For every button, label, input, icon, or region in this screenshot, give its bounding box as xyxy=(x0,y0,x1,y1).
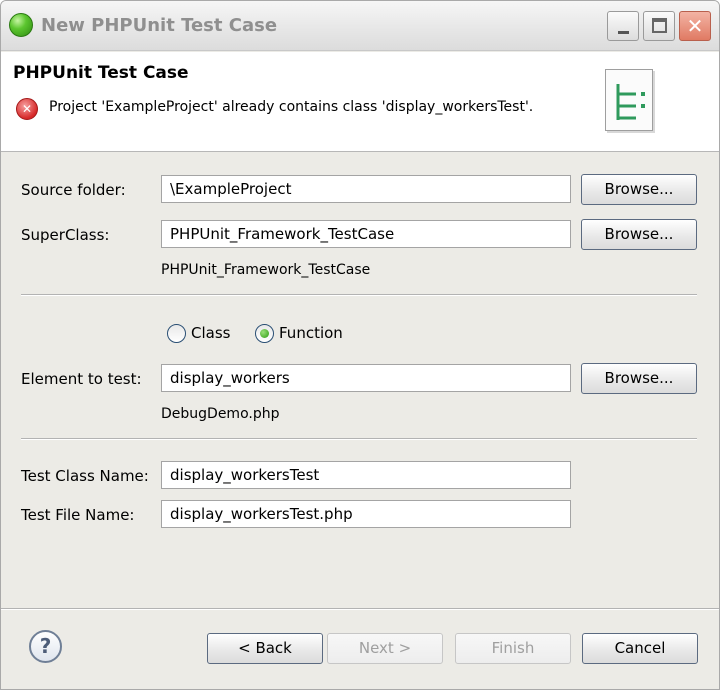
error-message: Project 'ExampleProject' already contain… xyxy=(49,99,534,115)
page-title: PHPUnit Test Case xyxy=(13,63,189,83)
radio-class-label[interactable]: Class xyxy=(191,324,230,342)
test-class-name-input[interactable]: display_workersTest xyxy=(161,461,571,489)
close-icon: ✕ xyxy=(686,14,704,38)
unit-test-wizard-icon xyxy=(605,69,653,131)
element-browse-button[interactable]: Browse... xyxy=(581,363,697,394)
element-hint: DebugDemo.php xyxy=(161,406,280,422)
element-to-test-label: Element to test: xyxy=(21,370,142,388)
radio-selected-dot xyxy=(260,329,269,338)
eclipse-icon xyxy=(9,13,33,37)
radio-class[interactable] xyxy=(167,324,186,343)
footer-separator xyxy=(1,608,719,610)
back-button[interactable]: < Back xyxy=(207,633,323,664)
test-class-name-label: Test Class Name: xyxy=(21,467,149,485)
cancel-button[interactable]: Cancel xyxy=(582,633,698,664)
test-file-name-label: Test File Name: xyxy=(21,506,135,524)
title-bar[interactable]: New PHPUnit Test Case ✕ xyxy=(1,1,719,51)
error-icon: ✕ xyxy=(16,98,38,120)
next-button[interactable]: Next > xyxy=(327,633,443,664)
separator xyxy=(21,438,697,440)
source-folder-input[interactable]: \ExampleProject xyxy=(161,175,571,203)
dialog-window: New PHPUnit Test Case ✕ PHPUnit Test Cas… xyxy=(0,0,720,690)
radio-function-label[interactable]: Function xyxy=(279,324,343,342)
superclass-label: SuperClass: xyxy=(21,226,110,244)
maximize-button[interactable] xyxy=(643,11,675,41)
close-button[interactable]: ✕ xyxy=(679,11,711,41)
source-folder-browse-button[interactable]: Browse... xyxy=(581,174,697,205)
source-folder-label: Source folder: xyxy=(21,181,126,199)
help-icon[interactable]: ? xyxy=(29,630,62,663)
finish-button[interactable]: Finish xyxy=(455,633,571,664)
superclass-hint: PHPUnit_Framework_TestCase xyxy=(161,262,371,278)
minimize-icon xyxy=(618,31,629,34)
test-file-name-input[interactable]: display_workersTest.php xyxy=(161,500,571,528)
superclass-input[interactable]: PHPUnit_Framework_TestCase xyxy=(161,220,571,248)
window-title: New PHPUnit Test Case xyxy=(41,15,278,36)
element-to-test-input[interactable]: display_workers xyxy=(161,364,571,392)
superclass-browse-button[interactable]: Browse... xyxy=(581,219,697,250)
maximize-icon xyxy=(652,18,667,33)
separator xyxy=(21,294,697,296)
minimize-button[interactable] xyxy=(607,11,639,41)
radio-function[interactable] xyxy=(255,324,274,343)
wizard-banner: PHPUnit Test Case ✕ Project 'ExampleProj… xyxy=(1,52,719,152)
